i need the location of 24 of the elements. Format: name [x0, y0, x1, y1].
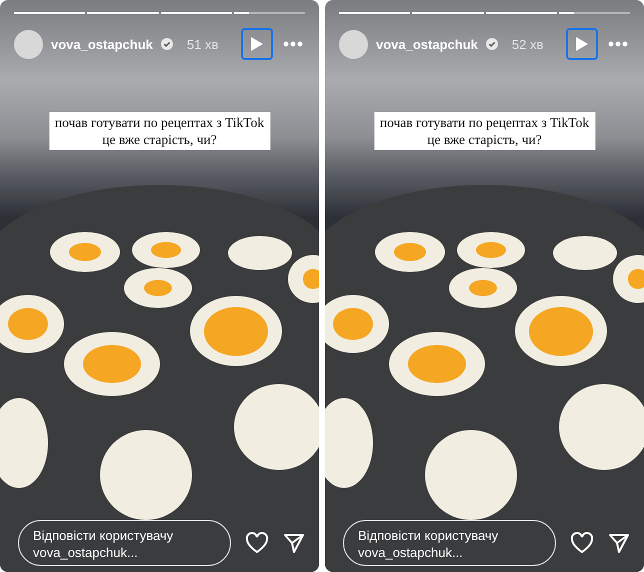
- heart-icon[interactable]: [245, 532, 269, 554]
- post-time: 52 хв: [512, 36, 544, 52]
- verified-icon: [160, 38, 173, 50]
- play-icon: [575, 36, 589, 52]
- avatar[interactable]: [339, 30, 368, 58]
- reply-field[interactable]: Відповісти користувачу vova_ostapchuk...: [18, 520, 231, 566]
- send-icon[interactable]: [283, 532, 305, 554]
- play-icon: [250, 36, 264, 52]
- avatar[interactable]: [14, 30, 43, 58]
- verified-icon: [486, 38, 498, 50]
- caption-text: це вже старість, чи?: [427, 131, 542, 148]
- reply-field[interactable]: Відповісти користувачу vova_ostapchuk...: [343, 520, 556, 566]
- username[interactable]: vova_ostapchuk: [51, 36, 153, 52]
- caption-text: це вже старість, чи?: [102, 131, 217, 148]
- play-button[interactable]: [241, 28, 273, 60]
- more-options-icon[interactable]: [281, 41, 305, 47]
- more-options-icon[interactable]: [606, 41, 630, 47]
- send-icon[interactable]: [608, 532, 630, 554]
- play-button[interactable]: [566, 28, 598, 60]
- post-time: 51 хв: [186, 36, 218, 52]
- username[interactable]: vova_ostapchuk: [376, 36, 478, 52]
- caption-text: почав готувати по рецептах з TikTok: [54, 114, 264, 131]
- heart-icon[interactable]: [570, 532, 594, 554]
- caption-text: почав готувати по рецептах з TikTok: [380, 114, 590, 131]
